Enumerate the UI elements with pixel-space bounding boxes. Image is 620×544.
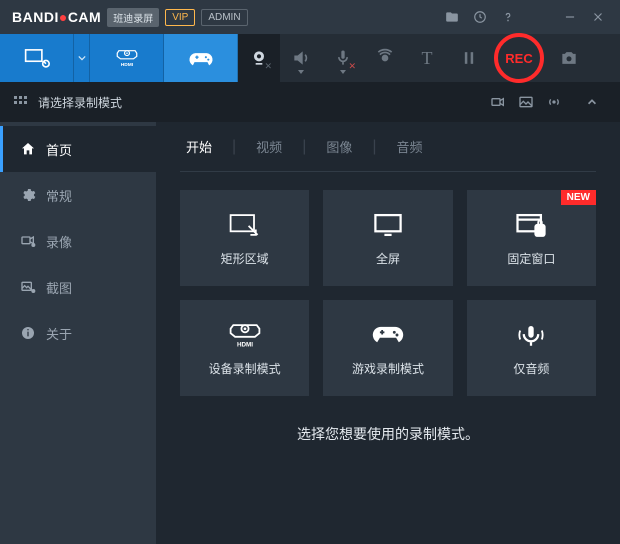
mode-toolbar: HDMI ✕ ✕ T REC (0, 34, 620, 82)
nav-label: 关于 (46, 324, 72, 343)
mode-screen-dropdown[interactable] (74, 34, 90, 82)
cast-toggle[interactable] (364, 34, 406, 82)
card-label: 固定窗口 (507, 250, 555, 267)
card-device-mode[interactable]: HDMI 设备录制模式 (180, 300, 309, 396)
tab-start[interactable]: 开始 (180, 137, 218, 156)
image-capture-icon (20, 279, 36, 295)
tabs: 开始 | 视频 | 图像 | 音频 (180, 122, 596, 172)
hint-text: 选择您想要使用的录制模式。 (180, 424, 596, 444)
card-label: 全屏 (376, 250, 400, 267)
mode-grid: 矩形区域 全屏 NEW 固定窗口 HDMI 设备录制模式 游戏录制模式 仅音 (180, 190, 596, 396)
folder-icon[interactable] (438, 3, 466, 31)
card-label: 游戏录制模式 (352, 360, 424, 377)
nav-label: 首页 (46, 140, 72, 159)
record-button[interactable]: REC (494, 33, 544, 83)
card-label: 仅音频 (513, 360, 549, 377)
nav-home[interactable]: 首页 (0, 126, 156, 172)
content-area: 开始 | 视频 | 图像 | 音频 矩形区域 全屏 NEW 固定窗口 HD (156, 122, 620, 544)
card-label: 设备录制模式 (209, 360, 281, 377)
x-indicator: ✕ (348, 61, 356, 72)
gear-icon (20, 187, 36, 203)
card-fixed-window[interactable]: NEW 固定窗口 (467, 190, 596, 286)
card-game-mode[interactable]: 游戏录制模式 (323, 300, 452, 396)
rec-label: REC (505, 51, 532, 66)
logo-post: CAM (68, 9, 101, 25)
sidebar: 首页 常规 录像 截图 关于 (0, 122, 156, 544)
nav-label: 常规 (46, 186, 72, 205)
title-bar: BANDI●CAM 班迪录屏 VIP ADMIN (0, 0, 620, 34)
text-tool[interactable]: T (406, 34, 448, 82)
help-icon[interactable] (494, 3, 522, 31)
pause-button[interactable] (448, 34, 490, 82)
badge-cn: 班迪录屏 (107, 8, 159, 27)
image-status-icon[interactable] (512, 95, 540, 109)
nav-video[interactable]: 录像 (0, 218, 156, 264)
tab-video[interactable]: 视频 (250, 137, 288, 156)
home-icon (20, 141, 36, 157)
nav-image[interactable]: 截图 (0, 264, 156, 310)
card-fullscreen[interactable]: 全屏 (323, 190, 452, 286)
minimize-button[interactable] (556, 3, 584, 31)
camera-status-icon[interactable] (484, 95, 512, 109)
nav-about[interactable]: 关于 (0, 310, 156, 356)
tab-audio[interactable]: 音频 (391, 137, 429, 156)
nav-label: 录像 (46, 232, 72, 251)
svg-text:HDMI: HDMI (237, 341, 253, 348)
nav-general[interactable]: 常规 (0, 172, 156, 218)
clock-icon[interactable] (466, 3, 494, 31)
logo-o-icon: ● (59, 9, 68, 25)
info-icon (20, 325, 36, 341)
card-rectangle-region[interactable]: 矩形区域 (180, 190, 309, 286)
sub-header: 请选择录制模式 (0, 82, 620, 122)
collapse-chevron[interactable] (578, 96, 606, 108)
video-record-icon (20, 233, 36, 249)
close-button[interactable] (584, 3, 612, 31)
tab-image[interactable]: 图像 (320, 137, 358, 156)
new-badge: NEW (561, 190, 596, 205)
mode-device-hdmi[interactable]: HDMI (90, 34, 164, 82)
badge-vip: VIP (165, 9, 195, 26)
badge-admin: ADMIN (201, 9, 247, 26)
nav-label: 截图 (46, 278, 72, 297)
mode-screen-region[interactable] (0, 34, 74, 82)
card-audio-only[interactable]: 仅音频 (467, 300, 596, 396)
logo-text: BANDI●CAM (12, 9, 101, 25)
mic-toggle[interactable]: ✕ (322, 34, 364, 82)
signal-status-icon[interactable] (540, 95, 568, 109)
speaker-toggle[interactable] (280, 34, 322, 82)
logo-pre: BANDI (12, 9, 59, 25)
screenshot-button[interactable] (548, 34, 590, 82)
webcam-toggle[interactable]: ✕ (238, 34, 280, 82)
card-label: 矩形区域 (221, 250, 269, 267)
svg-text:HDMI: HDMI (120, 62, 133, 68)
mode-game[interactable] (164, 34, 238, 82)
sub-title: 请选择录制模式 (38, 94, 484, 111)
grip-icon (14, 96, 28, 108)
x-indicator: ✕ (264, 61, 272, 72)
